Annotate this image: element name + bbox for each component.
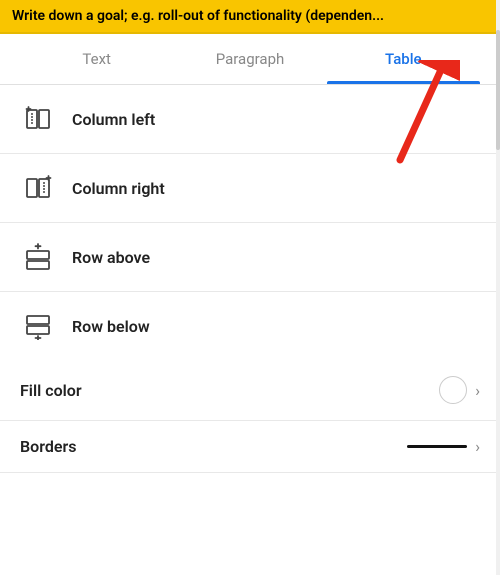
tab-table[interactable]: Table xyxy=(327,34,480,84)
menu-item-fill-color[interactable]: Fill color › xyxy=(0,360,500,421)
notification-text: Write down a goal; e.g. roll-out of func… xyxy=(12,8,384,24)
tabs-bar: Text Paragraph Table xyxy=(0,34,500,85)
row-above-label: Row above xyxy=(72,248,150,267)
scrollbar-thumb[interactable] xyxy=(496,30,500,150)
menu-item-column-right[interactable]: Column right xyxy=(0,154,500,223)
scrollbar[interactable] xyxy=(496,0,500,575)
menu-item-row-above[interactable]: Row above xyxy=(0,223,500,292)
tab-paragraph[interactable]: Paragraph xyxy=(173,34,326,84)
fill-color-label: Fill color xyxy=(20,381,82,400)
column-right-icon xyxy=(20,170,56,206)
borders-right: › xyxy=(407,437,480,456)
menu-item-row-below[interactable]: Row below xyxy=(0,292,500,360)
border-preview xyxy=(407,445,467,448)
column-left-icon xyxy=(20,101,56,137)
column-right-label: Column right xyxy=(72,179,165,198)
borders-chevron: › xyxy=(475,437,480,456)
row-below-icon xyxy=(20,308,56,344)
fill-color-right: › xyxy=(439,376,480,404)
row-above-icon xyxy=(20,239,56,275)
menu-list: Column left Column right xyxy=(0,85,500,360)
borders-label: Borders xyxy=(20,437,76,456)
fill-color-circle xyxy=(439,376,467,404)
column-left-label: Column left xyxy=(72,110,155,129)
menu-item-borders[interactable]: Borders › xyxy=(0,421,500,473)
notification-bar: Write down a goal; e.g. roll-out of func… xyxy=(0,0,500,34)
menu-item-column-left[interactable]: Column left xyxy=(0,85,500,154)
tab-text[interactable]: Text xyxy=(20,34,173,84)
fill-color-chevron: › xyxy=(475,381,480,400)
row-below-label: Row below xyxy=(72,317,150,336)
